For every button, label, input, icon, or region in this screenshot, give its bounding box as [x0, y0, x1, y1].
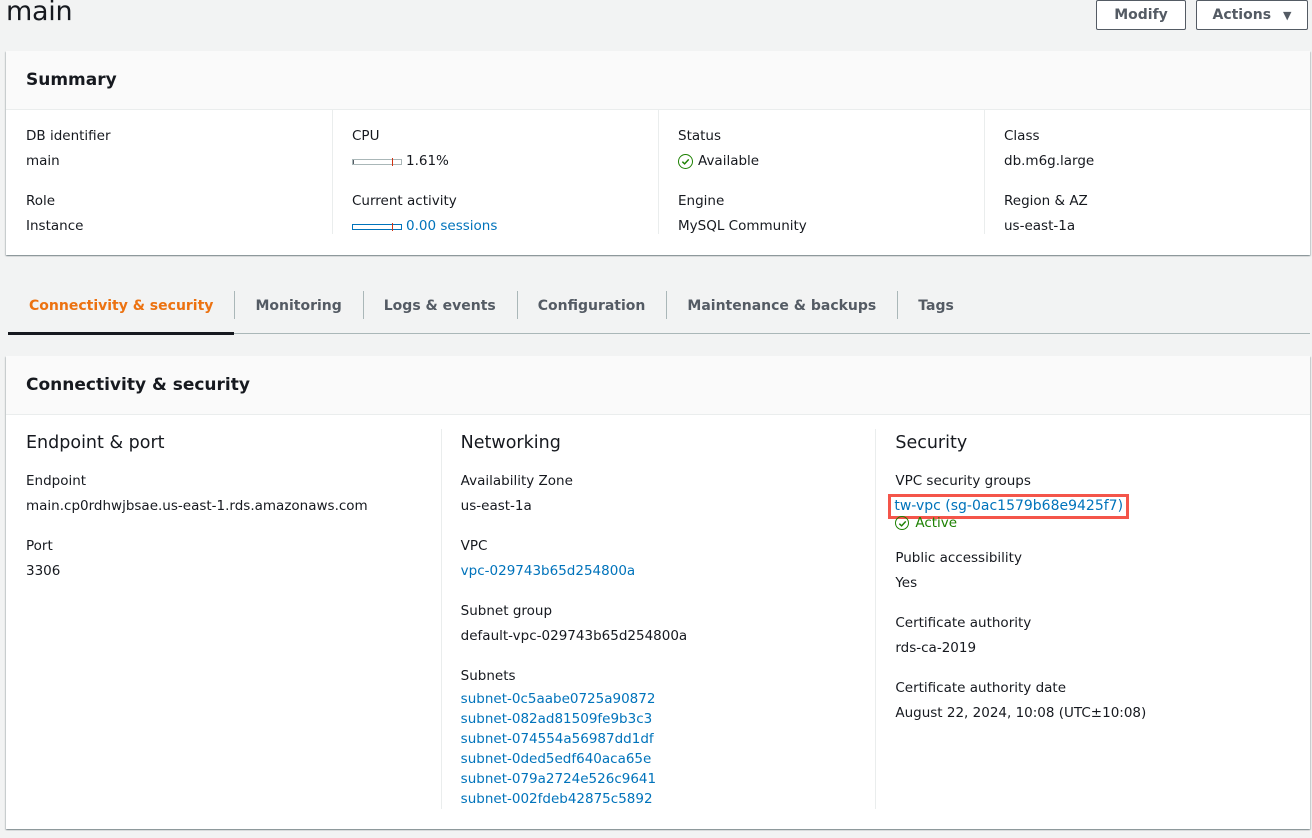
tab-configuration[interactable]: Configuration: [516, 279, 667, 333]
summary-column-status: Status Available Engine MySQL Community: [658, 110, 984, 254]
endpoint-label: Endpoint: [26, 473, 87, 489]
detail-tabs: Connectivity & security Monitoring Logs …: [8, 278, 1310, 335]
networking-heading: Networking: [460, 433, 561, 453]
status-value: Available: [698, 153, 760, 169]
current-activity-link[interactable]: 0.00 sessions: [406, 214, 497, 239]
availability-zone-value: us-east-1a: [460, 498, 532, 514]
current-activity-label: Current activity: [352, 193, 457, 209]
tab-maintenance-backups[interactable]: Maintenance & backups: [666, 279, 897, 333]
engine-value: MySQL Community: [678, 218, 807, 234]
summary-column-identity: DB identifier main Role Instance: [6, 110, 332, 254]
subnets-label: Subnets: [460, 668, 516, 684]
summary-panel: Summary DB identifier main Role Instance…: [6, 51, 1310, 255]
security-group-status-text: Active: [915, 515, 958, 531]
class-label: Class: [1004, 128, 1040, 144]
check-circle-icon: [678, 154, 693, 169]
security-group-link[interactable]: tw-vpc (sg-0ac1579b68e9425f7): [894, 498, 1123, 514]
subnet-group-value: default-vpc-029743b65d254800a: [460, 628, 688, 644]
cpu-usage-bar: [352, 157, 402, 166]
security-column: Security VPC security groups tw-vpc (sg-…: [875, 429, 1310, 824]
subnet-link[interactable]: subnet-074554a56987dd1df: [461, 731, 654, 747]
sessions-bar: [352, 222, 402, 231]
cpu-usage-fill: [353, 159, 354, 164]
check-circle-icon: [895, 516, 910, 530]
engine-label: Engine: [678, 193, 725, 209]
port-label: Port: [26, 538, 53, 554]
caret-down-icon: ▼: [1283, 8, 1292, 22]
role-label: Role: [26, 193, 56, 209]
cpu-label: CPU: [352, 128, 380, 144]
certificate-authority-date-label: Certificate authority date: [895, 680, 1067, 696]
tab-connectivity-security[interactable]: Connectivity & security: [8, 279, 235, 335]
class-value: db.m6g.large: [1004, 153, 1095, 169]
networking-column: Networking Availability Zone us-east-1a …: [440, 429, 876, 824]
page-title: main: [6, 0, 73, 27]
vpc-link[interactable]: vpc-029743b65d254800a: [461, 563, 636, 579]
endpoint-port-column: Endpoint & port Endpoint main.cp0rdhwjbs…: [6, 429, 441, 824]
role-value: Instance: [26, 218, 84, 234]
tab-tags[interactable]: Tags: [897, 279, 975, 333]
public-accessibility-label: Public accessibility: [895, 550, 1022, 566]
certificate-authority-label: Certificate authority: [895, 615, 1032, 631]
subnet-link[interactable]: subnet-002fdeb42875c5892: [461, 791, 653, 807]
endpoint-value: main.cp0rdhwjbsae.us-east-1.rds.amazonaw…: [26, 498, 368, 514]
connectivity-security-title: Connectivity & security: [6, 356, 1310, 415]
subnet-link[interactable]: subnet-082ad81509fe9b3c3: [461, 711, 653, 727]
security-heading: Security: [895, 433, 968, 453]
summary-column-class: Class db.m6g.large Region & AZ us-east-1…: [984, 110, 1310, 254]
subnet-link[interactable]: subnet-0c5aabe0725a90872: [461, 691, 656, 707]
tab-monitoring[interactable]: Monitoring: [234, 279, 362, 333]
port-value: 3306: [26, 563, 61, 579]
cpu-value: 1.61%: [406, 153, 449, 169]
certificate-authority-date-value: August 22, 2024, 10:08 (UTC±10:08): [895, 705, 1147, 721]
actions-button[interactable]: Actions ▼: [1196, 0, 1308, 30]
availability-zone-label: Availability Zone: [460, 473, 573, 489]
certificate-authority-value: rds-ca-2019: [895, 640, 977, 656]
actions-button-label: Actions: [1212, 7, 1272, 23]
region-az-label: Region & AZ: [1004, 193, 1088, 209]
status-label: Status: [678, 128, 722, 144]
modify-button-label: Modify: [1114, 7, 1168, 23]
region-az-value: us-east-1a: [1004, 218, 1076, 234]
cpu-threshold-mark: [392, 157, 393, 166]
sessions-threshold-mark: [392, 222, 393, 231]
modify-button[interactable]: Modify: [1096, 0, 1186, 30]
connectivity-security-panel: Connectivity & security Endpoint & port …: [6, 356, 1310, 829]
db-identifier-value: main: [26, 153, 60, 169]
public-accessibility-value: Yes: [895, 575, 918, 591]
subnet-group-label: Subnet group: [460, 603, 553, 619]
endpoint-port-heading: Endpoint & port: [26, 433, 165, 453]
subnet-link[interactable]: subnet-079a2724e526c9641: [461, 771, 656, 787]
vpc-label: VPC: [460, 538, 488, 554]
summary-column-metrics: CPU 1.61% Current activity 0.00 sessions: [332, 110, 658, 254]
vpc-security-groups-label: VPC security groups: [895, 473, 1031, 489]
subnet-link[interactable]: subnet-0ded5edf640aca65e: [461, 751, 652, 767]
summary-title: Summary: [6, 51, 1310, 110]
status-badge: Available: [678, 149, 964, 174]
db-identifier-label: DB identifier: [26, 128, 111, 144]
tab-logs-events[interactable]: Logs & events: [362, 279, 517, 333]
